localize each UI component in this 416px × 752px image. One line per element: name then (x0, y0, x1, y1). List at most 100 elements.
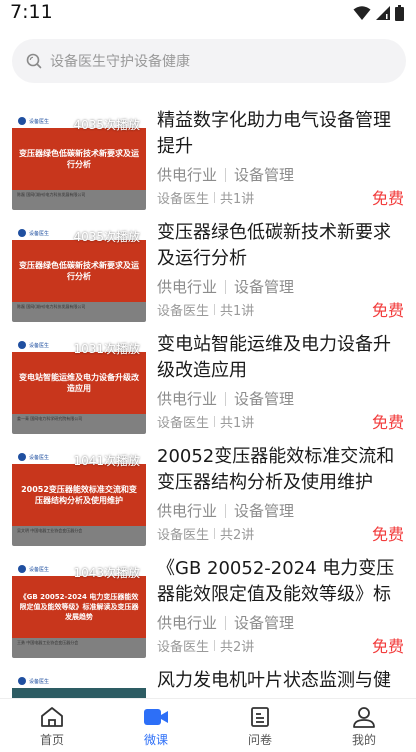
tag-industry: 供电行业 (157, 390, 218, 408)
thumb-banner (12, 688, 146, 698)
thumb-logo: 设备医生 (18, 565, 49, 573)
thumb-footer-text: 王勇 中国电器工业协会变压器分会 (17, 640, 79, 645)
course-thumbnail[interactable]: 设备医生 变电站智能运维及电力设备升级改造应用 姜一青 国网电力科学研究院有限公… (12, 338, 146, 434)
course-meta: 设备医生 共1讲 (157, 412, 254, 431)
status-bar: 7:11 (0, 0, 416, 26)
tag-category: 设备管理 (234, 166, 295, 184)
course-card[interactable]: 设备医生 变压器绿色低碳新技术新要求及运行分析 陈磊 国网(湖州)电力科技发展有… (0, 100, 416, 212)
course-tags: 供电行业 设备管理 (157, 500, 294, 521)
course-thumbnail[interactable]: 设备医生 变压器绿色低碳新技术新要求及运行分析 陈磊 国网(湖州)电力科技发展有… (12, 226, 146, 322)
price-badge: 免费 (371, 413, 404, 432)
nav-home[interactable]: 首页 (0, 699, 104, 752)
course-card[interactable]: 设备医生 20052变压器能效标准交流和变压器结构分析及使用维护 吴文明 中国电… (0, 436, 416, 548)
course-thumbnail[interactable]: 设备医生 (12, 674, 146, 698)
course-source: 设备医生 (157, 192, 210, 207)
meta-separator (214, 304, 216, 315)
price-badge: 免费 (371, 637, 404, 656)
logo-icon (18, 117, 26, 125)
bottom-nav: 首页 微课 问卷 我的 (0, 698, 416, 752)
course-source: 设备医生 (157, 416, 210, 431)
nav-microcourse-label: 微课 (143, 733, 168, 747)
home-icon (41, 707, 63, 727)
thumb-banner: 变电站智能运维及电力设备升级改造应用 (12, 352, 146, 414)
course-meta: 设备医生 共1讲 (157, 188, 254, 207)
tag-separator (225, 391, 227, 406)
course-tags: 供电行业 设备管理 (157, 612, 294, 633)
course-title[interactable]: 风力发电机叶片状态监测与健 (157, 668, 402, 694)
price-badge: 免费 (371, 301, 404, 320)
status-icons (353, 5, 404, 21)
thumb-logo-text: 设备医生 (29, 342, 50, 349)
meta-separator (214, 528, 216, 539)
course-title[interactable]: 精益数字化助力电气设备管理提升 (157, 108, 402, 160)
nav-questionnaire[interactable]: 问卷 (208, 699, 312, 752)
course-card[interactable]: 设备医生 变压器绿色低碳新技术新要求及运行分析 陈磊 国网(湖州)电力科技发展有… (0, 212, 416, 324)
search-icon (26, 53, 42, 69)
thumb-banner: 20052变压器能效标准交流和变压器结构分析及使用维护 (12, 464, 146, 526)
profile-icon (353, 707, 375, 728)
thumb-logo-text: 设备医生 (29, 454, 50, 461)
course-title[interactable]: 20052变压器能效标准交流和变压器结构分析及使用维护 (157, 444, 402, 496)
nav-questionnaire-label: 问卷 (247, 733, 272, 747)
meta-separator (214, 416, 216, 427)
thumb-logo: 设备医生 (18, 677, 49, 685)
course-thumbnail[interactable]: 设备医生 20052变压器能效标准交流和变压器结构分析及使用维护 吴文明 中国电… (12, 450, 146, 546)
thumb-logo-text: 设备医生 (29, 118, 50, 125)
search-placeholder: 设备医生守护设备健康 (50, 54, 190, 70)
course-thumbnail[interactable]: 设备医生 《GB 20052-2024 电力变压器能效限定值及能效等级》标准解读… (12, 562, 146, 658)
course-thumbnail[interactable]: 设备医生 变压器绿色低碳新技术新要求及运行分析 陈磊 国网(湖州)电力科技发展有… (12, 114, 146, 210)
course-tags: 供电行业 设备管理 (157, 276, 294, 297)
questionnaire-icon (251, 707, 269, 727)
meta-separator (214, 192, 216, 203)
thumb-footer: 吴文明 中国电器工业协会变压器分会 (12, 526, 146, 546)
thumb-title: 《GB 20052-2024 电力变压器能效限定值及能效等级》标准解读及变压器发… (19, 593, 139, 621)
thumb-footer-text: 姜一青 国网电力科学研究院有限公司 (17, 416, 83, 421)
video-icon (144, 709, 168, 725)
course-tags: 供电行业 设备管理 (157, 388, 294, 409)
nav-home-label: 首页 (39, 733, 64, 747)
tag-industry: 供电行业 (157, 614, 218, 632)
thumb-logo-text: 设备医生 (29, 678, 50, 685)
thumb-footer: 王勇 中国电器工业协会变压器分会 (12, 638, 146, 658)
thumb-title: 变压器绿色低碳新技术新要求及运行分析 (19, 261, 139, 281)
course-source: 设备医生 (157, 528, 210, 543)
price-badge: 免费 (371, 525, 404, 544)
course-card[interactable]: 设备医生 《GB 20052-2024 电力变压器能效限定值及能效等级》标准解读… (0, 548, 416, 660)
nav-microcourse[interactable]: 微课 (104, 699, 208, 752)
play-count: 1031次播放 (73, 342, 140, 356)
thumb-logo-text: 设备医生 (29, 566, 50, 573)
lesson-count: 共1讲 (220, 304, 255, 319)
price-badge: 免费 (371, 189, 404, 208)
course-title[interactable]: 《GB 20052-2024 电力变压器能效限定值及能效等级》标准解读及变压器发… (157, 556, 402, 608)
thumb-footer-text: 吴文明 中国电器工业协会变压器分会 (17, 528, 83, 533)
search-bar[interactable]: 设备医生守护设备健康 (12, 39, 406, 83)
lesson-count: 共2讲 (220, 528, 255, 543)
logo-icon (18, 677, 26, 685)
tag-separator (225, 503, 227, 518)
course-card[interactable]: 设备医生 变电站智能运维及电力设备升级改造应用 姜一青 国网电力科学研究院有限公… (0, 324, 416, 436)
thumb-banner: 变压器绿色低碳新技术新要求及运行分析 (12, 240, 146, 302)
nav-profile[interactable]: 我的 (312, 699, 416, 752)
tag-category: 设备管理 (234, 278, 295, 296)
course-list[interactable]: 设备医生 变压器绿色低碳新技术新要求及运行分析 陈磊 国网(湖州)电力科技发展有… (0, 100, 416, 698)
tag-category: 设备管理 (234, 502, 295, 520)
thumb-footer-text: 陈磊 国网(湖州)电力科技发展有限公司 (17, 304, 86, 309)
course-title[interactable]: 变压器绿色低碳新技术新要求及运行分析 (157, 220, 402, 272)
meta-separator (214, 640, 216, 651)
thumb-title: 20052变压器能效标准交流和变压器结构分析及使用维护 (21, 485, 137, 505)
thumb-banner: 《GB 20052-2024 电力变压器能效限定值及能效等级》标准解读及变压器发… (12, 576, 146, 638)
thumb-logo: 设备医生 (18, 453, 49, 461)
course-meta: 设备医生 共2讲 (157, 524, 254, 543)
nav-profile-label: 我的 (351, 733, 376, 747)
status-time: 7:11 (10, 1, 53, 23)
course-title[interactable]: 变电站智能运维及电力设备升级改造应用 (157, 332, 402, 384)
thumb-title: 变电站智能运维及电力设备升级改造应用 (19, 373, 139, 393)
thumb-logo-text: 设备医生 (29, 230, 50, 237)
play-count: 1043次播放 (73, 566, 140, 580)
logo-icon (18, 229, 26, 237)
course-meta: 设备医生 共2讲 (157, 636, 254, 655)
logo-icon (18, 453, 26, 461)
play-count: 4035次播放 (73, 118, 140, 132)
course-card[interactable]: 设备医生 风力发电机叶片状态监测与健 (0, 660, 416, 698)
thumb-footer: 陈磊 国网(湖州)电力科技发展有限公司 (12, 190, 146, 210)
